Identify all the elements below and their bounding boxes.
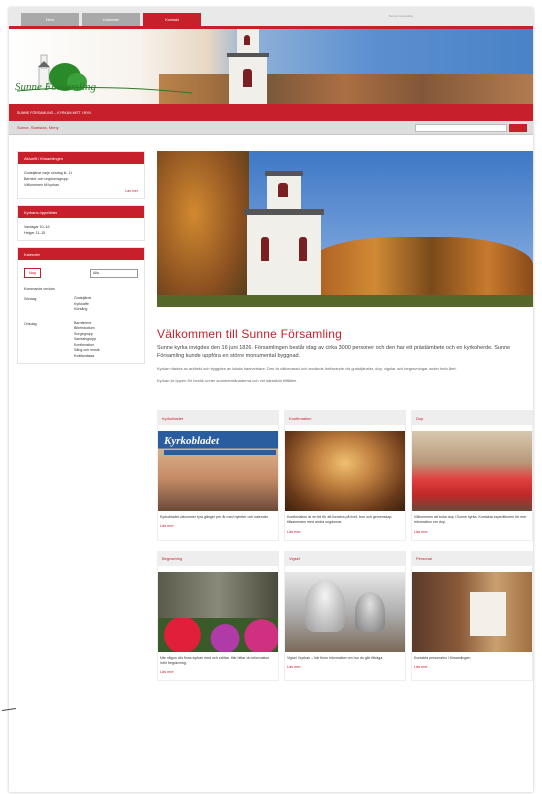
card-image[interactable]: Kyrkobladet [158,431,278,511]
calendar-event[interactable]: Gudstjänst [74,296,91,302]
left-sidebar: Aktuellt i församlingen Gudstjänst varje… [17,151,145,370]
calendar-event[interactable]: Kvällsmässa [74,354,100,360]
hours-line: Helger 11–15 [24,231,46,235]
card-more-link[interactable]: Läs mer [412,665,532,675]
page-title: Välkommen till Sunne Församling [157,327,342,341]
card-title[interactable]: Begravning [158,551,278,566]
tab-contact[interactable]: Kontakt [143,13,201,26]
card-title[interactable]: Personal [412,551,532,566]
tab-home[interactable]: Hem [21,13,79,26]
breadcrumb-text[interactable]: Sunne, Startsida, Meny [17,125,59,130]
tab-calendar[interactable]: Kalender [82,13,140,26]
calendar-filter-select[interactable]: Alla [90,268,138,278]
calendar-event[interactable]: Samtalsgrupp [74,337,100,343]
body-paragraph: Kyrkan ritades av arkitekt och byggdes a… [157,366,457,371]
calendar-day: Söndag [24,297,37,301]
card-title[interactable]: Konfirmation [285,411,405,425]
card-grid-bottom: Begravning När någon dör finns kyrkan me… [157,550,533,682]
calendar-today-button[interactable]: Idag [24,268,41,278]
card-more-link[interactable]: Läs mer [158,670,278,680]
calendar-box: Kalender Idag Alla Kommande veckan Sönda… [17,247,145,364]
calendar-headline: Kommande veckan [24,287,55,291]
card-begravning[interactable]: Begravning När någon dör finns kyrkan me… [157,550,279,682]
card-more-link[interactable]: Läs mer [158,524,278,534]
calendar-day-group: Söndag Gudstjänst Kyrkkaffe Körsång [24,296,138,313]
card-vigsel[interactable]: Vigsel Vigsel i kyrkan – här finns infor… [284,550,406,682]
header-banner: Sunne Församling [9,26,533,104]
card-grid-top: Kyrkobladet Kyrkobladet Kyrkobladet utko… [157,410,533,541]
card-text: Konfirmation är en tid för att fundera p… [287,515,392,525]
top-tabs: Hem Kalender Kontakt Sunne Församling [9,8,533,26]
card-text: Välkommen att boka dop i Sunne kyrka. Ko… [414,515,527,525]
card-title[interactable]: Dop [412,411,532,425]
lead-paragraph: Sunne kyrka invigdes den 16 juni 1826. F… [157,345,511,359]
card-dop[interactable]: Dop Välkommen att boka dop i Sunne kyrka… [411,410,533,541]
card-image[interactable] [158,571,278,652]
card-title[interactable]: Vigsel [285,551,405,566]
card-konfirmation[interactable]: Konfirmation Konfirmation är en tid för … [284,410,406,541]
card-text: Kontakta personalen i församlingen. [414,655,472,660]
hours-box-title: Kyrkans öppettider [18,206,144,218]
card-title[interactable]: Kyrkobladet [158,411,278,425]
logo-text: Sunne Församling [15,81,96,93]
news-box: Aktuellt i församlingen Gudstjänst varje… [17,151,145,199]
breadcrumb: Sunne, Startsida, Meny [9,121,533,135]
card-image[interactable] [412,431,532,511]
masthead-text: Kyrkobladet [164,435,219,447]
hours-box: Kyrkans öppettider Vardagar 10–16 Helger… [17,205,145,241]
top-link[interactable]: Sunne Församling [389,14,413,18]
card-text: När någon dör finns kyrkan med och stött… [160,655,270,665]
hero-church-image [157,151,533,307]
search-button[interactable] [509,124,527,132]
news-box-title: Aktuellt i församlingen [18,152,144,164]
search-input[interactable] [415,124,507,132]
card-more-link[interactable]: Läs mer [285,530,405,540]
card-kyrkobladet[interactable]: Kyrkobladet Kyrkobladet Kyrkobladet utko… [157,410,279,541]
card-image[interactable] [285,571,405,652]
card-image[interactable] [285,431,405,511]
calendar-day-group: Onsdag Barntimme Bibelstudium Sorgegrupp… [24,321,138,360]
page: Hem Kalender Kontakt Sunne Församling Su… [9,8,533,792]
card-text: Kyrkobladet utkommer fyra gånger per år … [160,515,269,519]
calendar-box-title: Kalender [18,248,144,260]
card-more-link[interactable]: Läs mer [412,530,532,540]
body-paragraph: Kyrkan är öppen för besök under sommarmå… [157,378,298,383]
card-text: Vigsel i kyrkan – här finns information … [287,655,384,660]
card-image[interactable] [412,571,532,652]
card-personal[interactable]: Personal Kontakta personalen i församlin… [411,550,533,682]
news-more-link[interactable]: Läs mer [24,188,138,194]
main-content: Välkommen till Sunne Församling Sunne ky… [157,151,533,682]
calendar-day: Onsdag [24,321,37,326]
red-info-bar: SUNNE FÖRSAMLING – KYRKAN MITT I BYN [9,104,533,121]
calendar-event[interactable]: Körsång [74,307,91,313]
calendar-event[interactable]: Sång och musik [74,348,100,354]
card-more-link[interactable]: Läs mer [285,665,405,675]
